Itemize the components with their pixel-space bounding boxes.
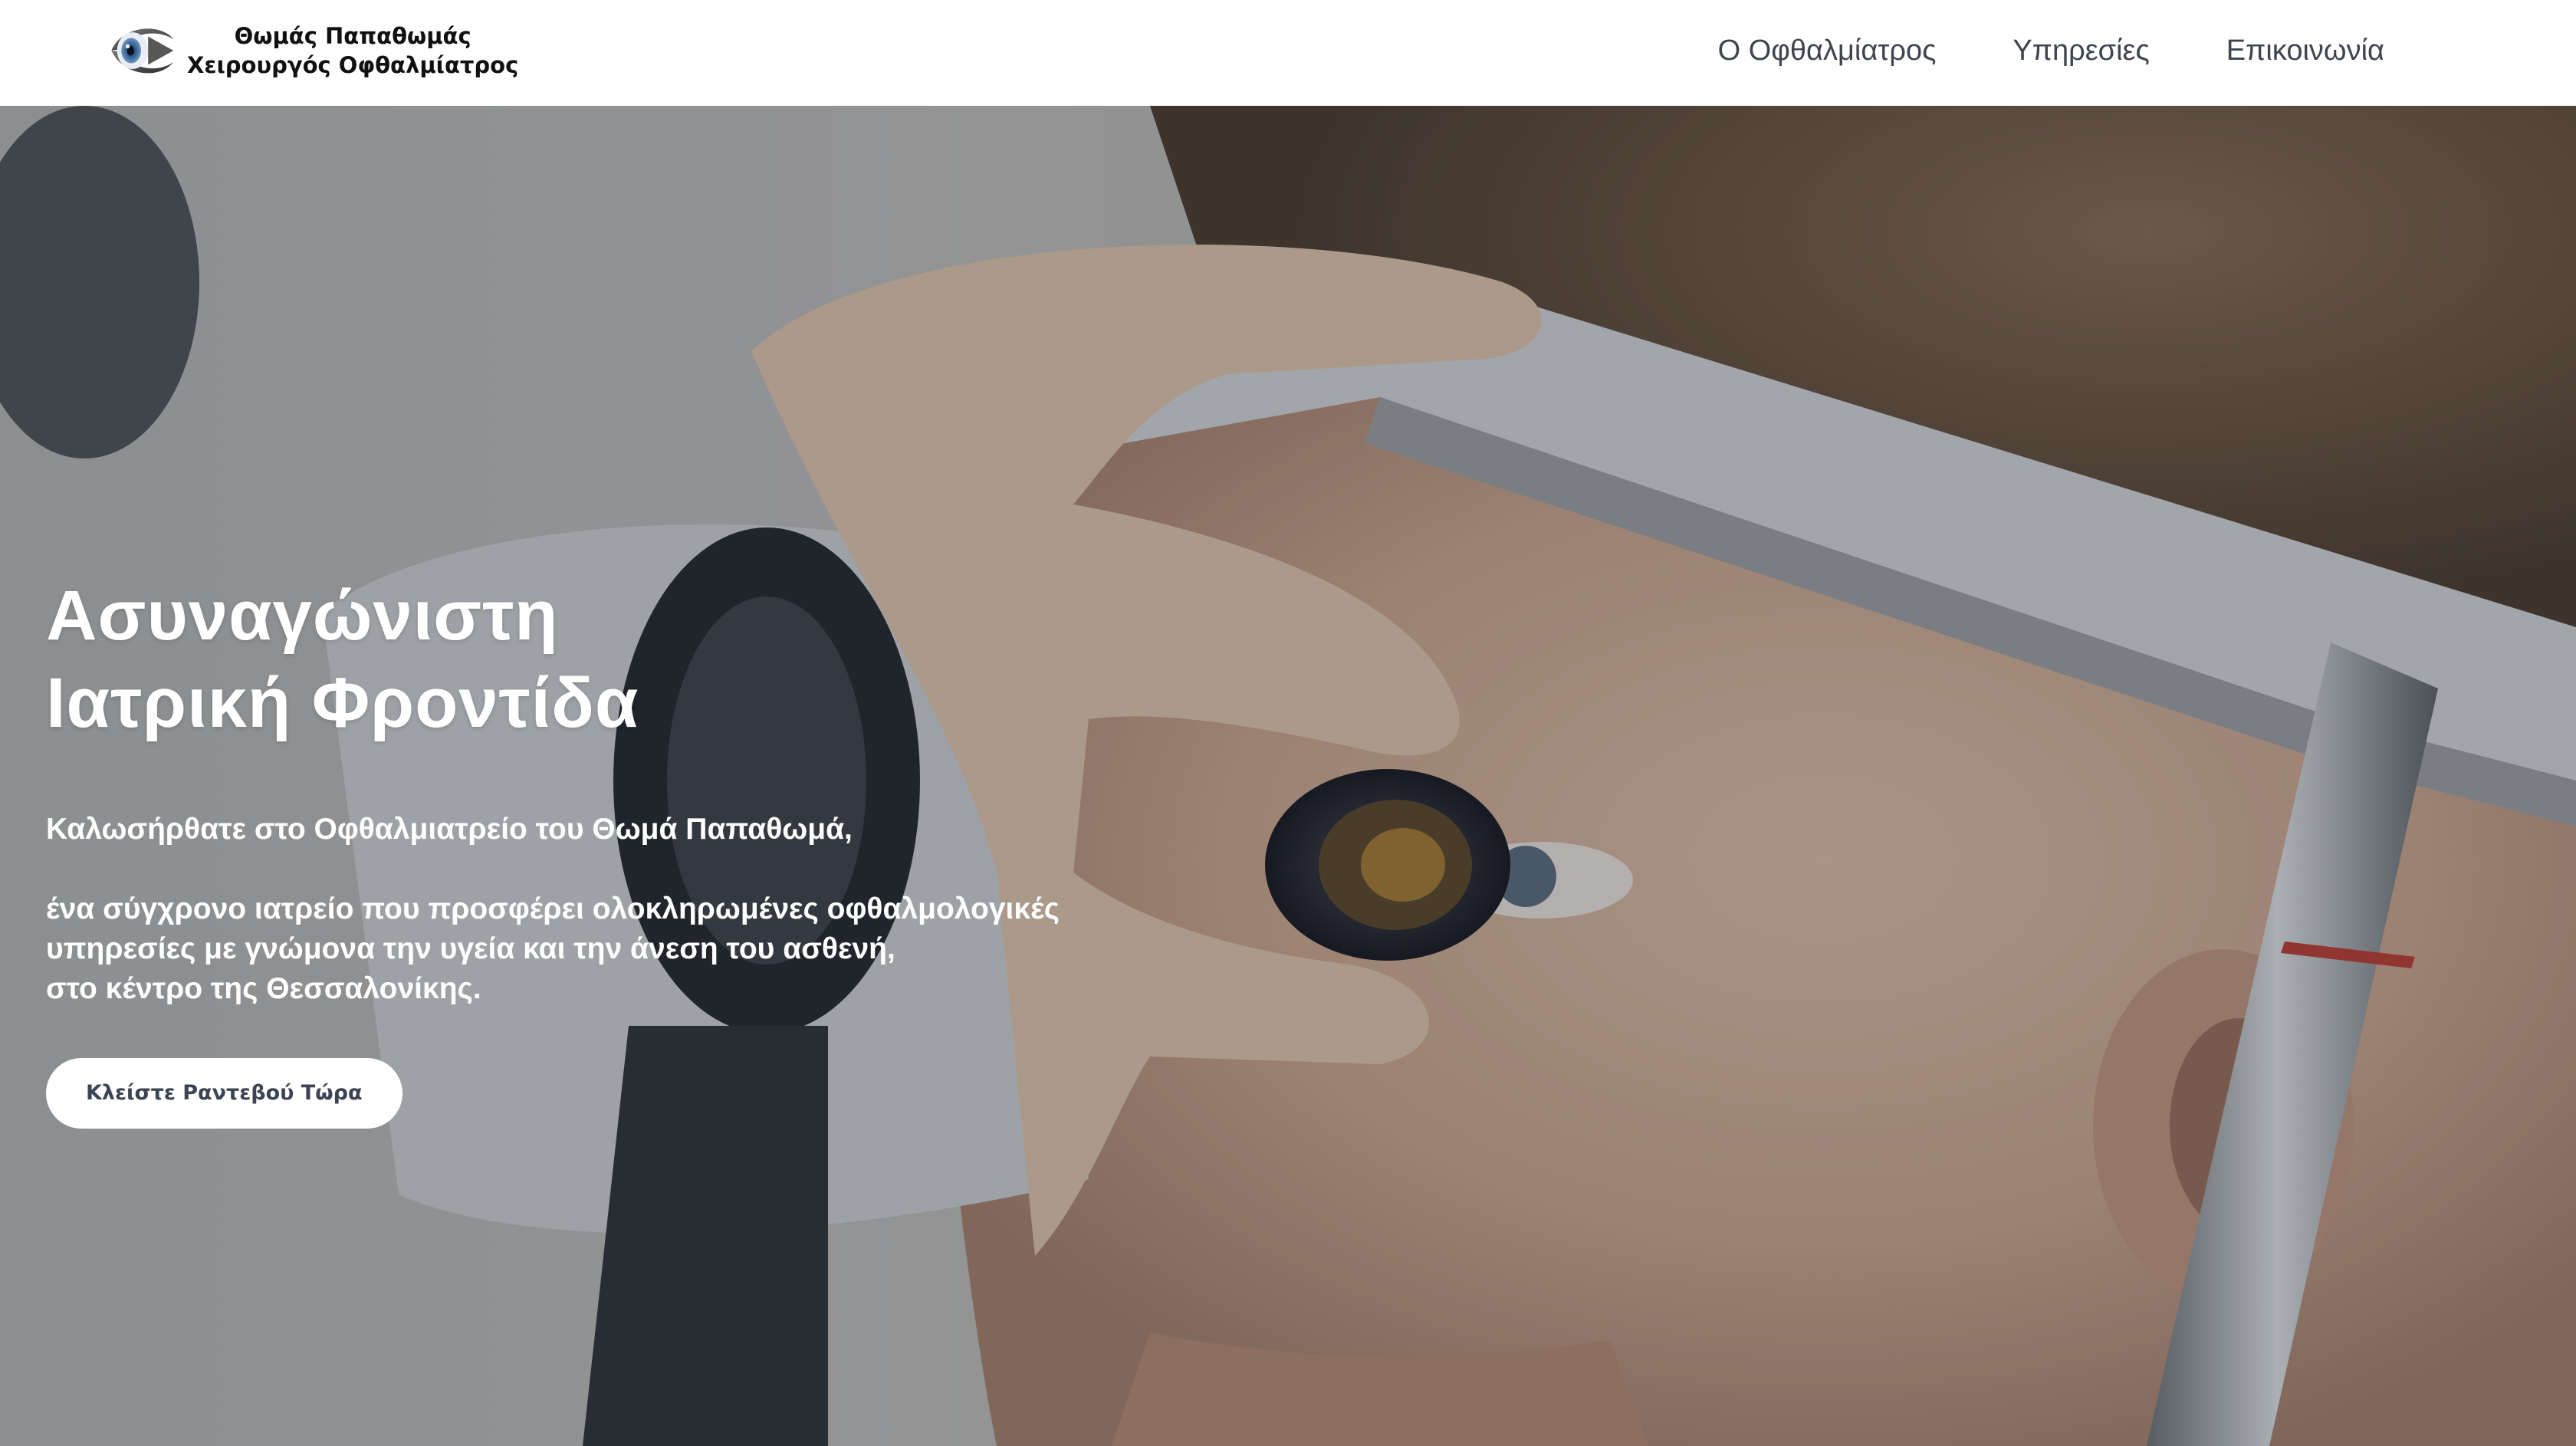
hero-title-line1: Ασυναγώνιστη xyxy=(46,577,559,655)
hero-section: Ασυναγώνιστη Ιατρική Φροντίδα Καλωσήρθατ… xyxy=(0,106,2576,1446)
site-header: Θωμάς Παπαθωμάς Χειρουργός Οφθαλμίατρος … xyxy=(0,0,2576,106)
main-nav: Ο Οφθαλμίατρος Υπηρεσίες Επικοινωνία xyxy=(1641,29,2384,72)
brand-link[interactable]: Θωμάς Παπαθωμάς Χειρουργός Οφθαλμίατρος xyxy=(106,15,518,86)
hero-desc-line1: ένα σύγχρονο ιατρείο που προσφέρει ολοκλ… xyxy=(46,892,1060,925)
hero-title-line2: Ιατρική Φροντίδα xyxy=(46,664,639,742)
hero-welcome-text: Καλωσήρθατε στο Οφθαλμιατρείο του Θωμά Π… xyxy=(46,813,853,846)
nav-link-services[interactable]: Υπηρεσίες xyxy=(2013,29,2149,72)
book-appointment-button[interactable]: Κλείστε Ραντεβού Τώρα xyxy=(46,1058,402,1129)
nav-link-contact[interactable]: Επικοινωνία xyxy=(2226,29,2384,72)
hero-desc-line2: υπηρεσίες με γνώμονα την υγεία και την ά… xyxy=(46,932,895,965)
brand-name: Θωμάς Παπαθωμάς Χειρουργός Οφθαλμίατρος xyxy=(187,21,518,80)
brand-name-line1: Θωμάς Παπαθωμάς xyxy=(234,23,472,49)
nav-link-ophthalmologist[interactable]: Ο Οφθαλμίατρος xyxy=(1718,29,1937,72)
hero-overlay xyxy=(0,106,2576,1446)
brand-title-line2: Χειρουργός Οφθαλμίατρος xyxy=(187,52,519,78)
hero-description: Καλωσήρθατε στο Οφθαλμιατρείο του Θωμά Π… xyxy=(46,810,1060,1009)
hero-text-spacer xyxy=(46,850,1060,889)
eye-logo-icon xyxy=(111,28,174,74)
hero-desc-line3: στο κέντρο της Θεσσαλονίκης. xyxy=(46,972,481,1005)
hero-title: Ασυναγώνιστη Ιατρική Φροντίδα xyxy=(46,572,639,747)
